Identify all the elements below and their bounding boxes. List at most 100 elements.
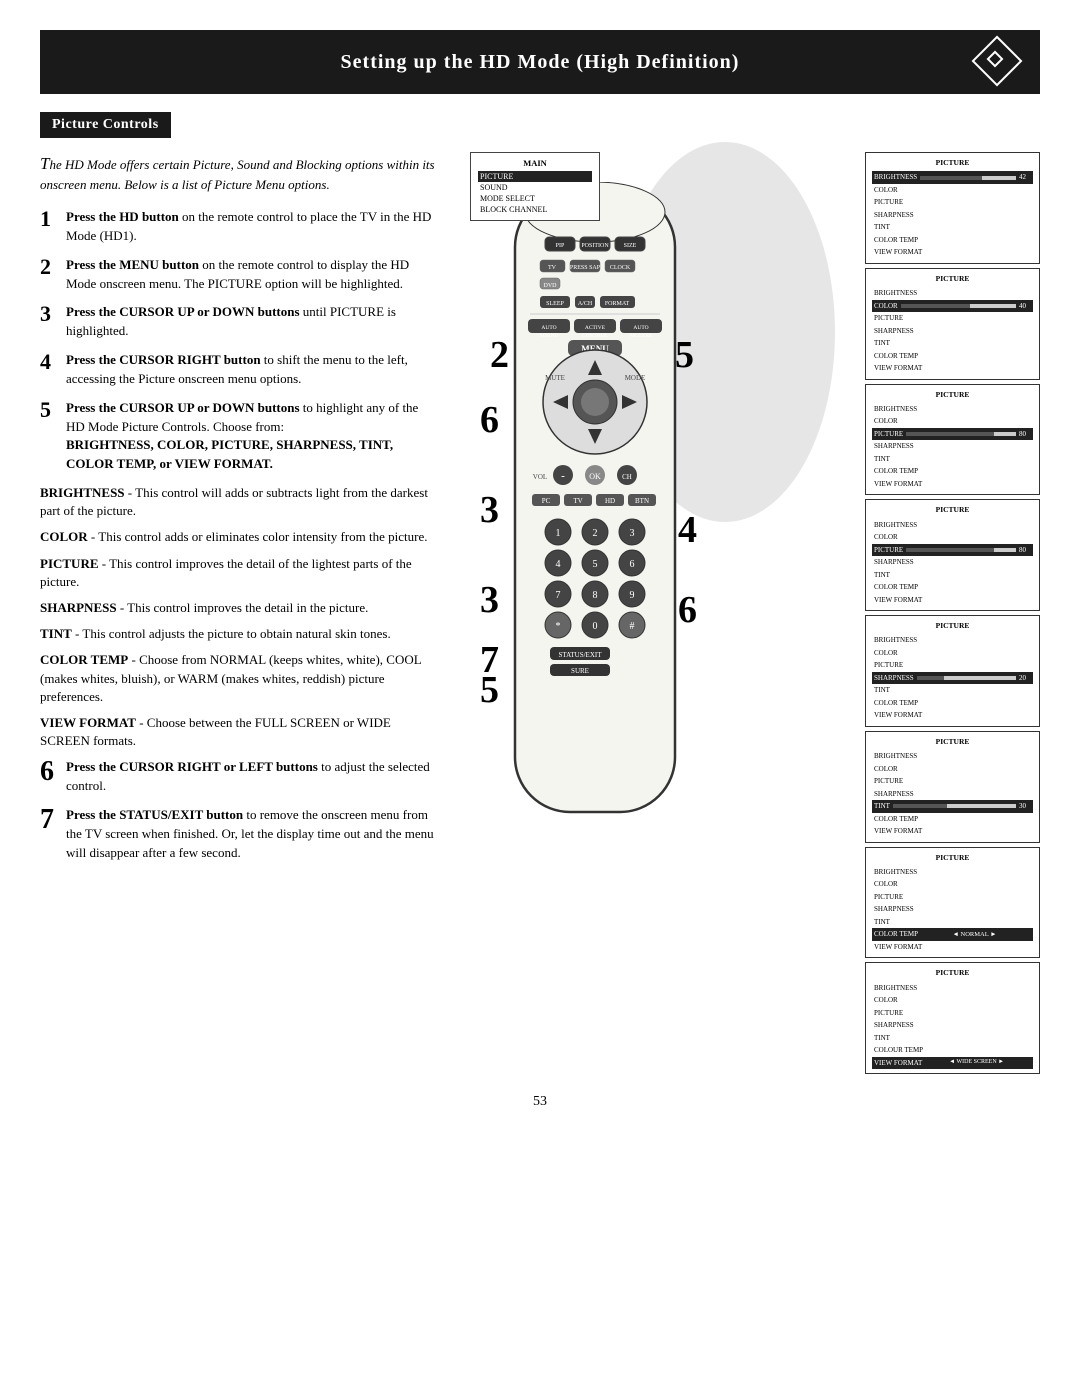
screen-title-1: PICTURE: [872, 157, 1033, 168]
main-menu-item-sound: SOUND: [478, 182, 592, 193]
s1-view-format: VIEW FORMAT: [872, 246, 1033, 259]
s3-sharpness: SHARPNESS: [872, 440, 1033, 453]
step-content-1: Press the HD button on the remote contro…: [66, 208, 440, 246]
svg-text:9: 9: [630, 590, 635, 601]
s1-tint: TINT: [872, 221, 1033, 234]
screen1-brightness: BRIGHTNESS 42: [872, 171, 1033, 184]
s6-picture: PICTURE: [872, 775, 1033, 788]
step-num-7: 7: [40, 806, 58, 834]
control-color-temp: COLOR TEMP - Choose from NORMAL (keeps w…: [40, 651, 440, 706]
svg-text:-: -: [561, 470, 565, 482]
controls-section: BRIGHTNESS - This control will adds or s…: [40, 484, 440, 750]
s4-brightness: BRIGHTNESS: [872, 519, 1033, 532]
s7-picture: PICTURE: [872, 891, 1033, 904]
s5-brightness: BRIGHTNESS: [872, 634, 1033, 647]
step6-bold: Press the CURSOR RIGHT or LEFT buttons: [66, 759, 318, 774]
screen-thumb-viewformat: PICTURE BRIGHTNESS COLOR PICTURE SHARPNE…: [865, 962, 1040, 1074]
svg-text:PC: PC: [542, 497, 551, 505]
s4-sharpness: SHARPNESS: [872, 556, 1033, 569]
screen-title-8: PICTURE: [872, 967, 1033, 978]
svg-text:ACTIVE: ACTIVE: [585, 325, 606, 331]
svg-text:OK: OK: [589, 472, 601, 481]
control-color: COLOR - This control adds or eliminates …: [40, 528, 440, 546]
svg-text:VOL: VOL: [533, 473, 547, 481]
svg-text:6: 6: [630, 559, 635, 570]
svg-text:STATUS/EXIT: STATUS/EXIT: [559, 651, 603, 659]
step-3: 3 Press the CURSOR UP or DOWN buttons un…: [40, 303, 440, 341]
s8-picture: PICTURE: [872, 1007, 1033, 1020]
step-num-2: 2: [40, 256, 58, 278]
screen-thumb-brightness: PICTURE BRIGHTNESS 42 COLOR PICTURE SHAR…: [865, 152, 1040, 264]
screen-thumb-picture: PICTURE BRIGHTNESS COLOR PICTURE 80 SHAR…: [865, 384, 1040, 496]
s5-color-temp: COLOR TEMP: [872, 697, 1033, 710]
step5-controls: BRIGHTNESS, COLOR, PICTURE, SHARPNESS, T…: [66, 437, 393, 471]
control-brightness: BRIGHTNESS - This control will adds or s…: [40, 484, 440, 520]
svg-text:A/CH: A/CH: [578, 301, 593, 307]
step4-bold: Press the CURSOR RIGHT button: [66, 352, 261, 367]
main-menu-box: MAIN PICTURE SOUND MODE SELECT BLOCK CHA…: [470, 152, 600, 221]
s8-tint: TINT: [872, 1032, 1033, 1045]
svg-text:8: 8: [593, 590, 598, 601]
svg-text:CLOCK: CLOCK: [610, 265, 631, 271]
remote-control: PIP POSITION SIZE TV PRESS SAP CLOCK: [460, 182, 855, 846]
s6-tint: TINT 30: [872, 800, 1033, 813]
step-4: 4 Press the CURSOR RIGHT button to shift…: [40, 351, 440, 389]
s6-brightness: BRIGHTNESS: [872, 750, 1033, 763]
step-num-1: 1: [40, 208, 58, 230]
svg-text:AUTO: AUTO: [633, 325, 648, 331]
s6-view-format: VIEW FORMAT: [872, 825, 1033, 838]
step-content-3: Press the CURSOR UP or DOWN buttons unti…: [66, 303, 440, 341]
svg-text:2: 2: [490, 334, 509, 376]
step-num-5: 5: [40, 399, 58, 421]
s7-tint: TINT: [872, 916, 1033, 929]
svg-text:POSITION: POSITION: [581, 243, 609, 249]
s6-sharpness: SHARPNESS: [872, 788, 1033, 801]
svg-text:CH: CH: [622, 473, 632, 481]
screen-title-6: PICTURE: [872, 736, 1033, 747]
intro-text: The HD Mode offers certain Picture, Soun…: [40, 152, 440, 194]
s4-color: COLOR: [872, 531, 1033, 544]
screens-column: PICTURE BRIGHTNESS 42 COLOR PICTURE SHAR…: [865, 152, 1040, 1074]
page-number: 53: [40, 1094, 1040, 1110]
picture-label: PICTURE: [40, 556, 99, 571]
control-picture: PICTURE - This control improves the deta…: [40, 555, 440, 591]
s2-sharpness: SHARPNESS: [872, 325, 1033, 338]
svg-text:CONTROL: CONTROL: [582, 333, 609, 339]
s7-color: COLOR: [872, 878, 1033, 891]
screen-title-3: PICTURE: [872, 389, 1033, 400]
svg-text:MUTE: MUTE: [545, 374, 565, 382]
s2-color-temp: COLOR TEMP: [872, 350, 1033, 363]
svg-text:5: 5: [675, 334, 694, 376]
svg-text:SOUND: SOUND: [540, 333, 559, 339]
remote-and-screens: MAIN PICTURE SOUND MODE SELECT BLOCK CHA…: [450, 152, 1040, 1074]
brightness-label: BRIGHTNESS: [40, 485, 125, 500]
s3-picture: PICTURE 80: [872, 428, 1033, 441]
control-tint: TINT - This control adjusts the picture …: [40, 625, 440, 643]
s8-color-temp: COLOUR TEMP: [872, 1044, 1033, 1057]
svg-text:PIP: PIP: [556, 243, 565, 249]
control-sharpness: SHARPNESS - This control improves the de…: [40, 599, 440, 617]
step-content-4: Press the CURSOR RIGHT button to shift t…: [66, 351, 440, 389]
step-num-6: 6: [40, 758, 58, 786]
step-content-2: Press the MENU button on the remote cont…: [66, 256, 440, 294]
svg-text:6: 6: [678, 589, 697, 631]
s1-color: COLOR: [872, 184, 1033, 197]
s3-view-format: VIEW FORMAT: [872, 478, 1033, 491]
screen-title-5: PICTURE: [872, 620, 1033, 631]
step-content-6: Press the CURSOR RIGHT or LEFT buttons t…: [66, 758, 440, 796]
s1-sharpness: SHARPNESS: [872, 209, 1033, 222]
screen-thumb-tint: PICTURE BRIGHTNESS COLOR PICTURE SHARPNE…: [865, 731, 1040, 843]
s3-brightness: BRIGHTNESS: [872, 403, 1033, 416]
svg-text:5: 5: [593, 559, 598, 570]
step-content-7: Press the STATUS/EXIT button to remove t…: [66, 806, 440, 863]
svg-text:PICTURE: PICTURE: [630, 333, 654, 339]
svg-text:SIZE: SIZE: [624, 243, 637, 249]
svg-text:2: 2: [593, 528, 598, 539]
svg-text:TV: TV: [548, 265, 557, 271]
s1-color-temp: COLOR TEMP: [872, 234, 1033, 247]
s7-color-temp: COLOR TEMP ◄ NORMAL ►: [872, 928, 1033, 941]
svg-text:1: 1: [556, 528, 561, 539]
remote-svg: PIP POSITION SIZE TV PRESS SAP CLOCK: [460, 182, 730, 842]
step-6: 6 Press the CURSOR RIGHT or LEFT buttons…: [40, 758, 440, 796]
s8-brightness: BRIGHTNESS: [872, 982, 1033, 995]
